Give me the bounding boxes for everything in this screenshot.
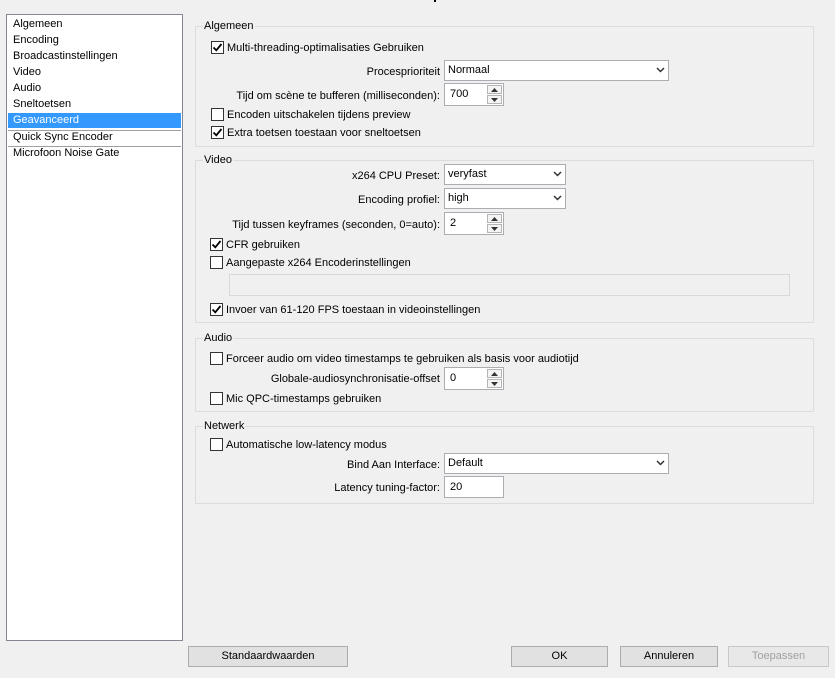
mic-qpc-label[interactable]: Mic QPC-timestamps gebruiken xyxy=(226,392,381,406)
custom-x264-input[interactable] xyxy=(229,274,790,296)
sidebar-item-broadcastinstellingen[interactable]: Broadcastinstellingen xyxy=(8,49,181,64)
keyframes-value: 2 xyxy=(450,217,457,229)
process-priority-value: Normaal xyxy=(448,64,490,76)
encoding-profile-value: high xyxy=(448,192,469,204)
checkmark-icon xyxy=(211,240,222,249)
apply-button[interactable]: Toepassen xyxy=(728,646,829,667)
chevron-down-icon xyxy=(656,460,665,466)
title-bar-remnant xyxy=(0,0,835,3)
checkmark-icon xyxy=(211,305,222,314)
settings-category-list[interactable]: Algemeen Encoding Broadcastinstellingen … xyxy=(6,14,183,641)
arrow-up-icon xyxy=(491,372,498,376)
cpu-preset-label: x264 CPU Preset: xyxy=(351,170,440,182)
force-timestamps-label[interactable]: Forceer audio om video timestamps te geb… xyxy=(226,352,579,366)
cpu-preset-value: veryfast xyxy=(448,168,487,180)
ok-button[interactable]: OK xyxy=(511,646,608,667)
encoding-profile-label: Encoding profiel: xyxy=(358,194,440,206)
cfr-label[interactable]: CFR gebruiken xyxy=(226,238,300,252)
sidebar-item-video[interactable]: Video xyxy=(8,65,181,80)
sidebar-item-geavanceerd[interactable]: Geavanceerd xyxy=(8,113,181,128)
fps-input-checkbox[interactable] xyxy=(210,303,223,316)
video-group-title: Video xyxy=(203,154,233,167)
chevron-down-icon xyxy=(656,67,665,73)
spin-down-button[interactable] xyxy=(487,95,502,104)
multithreading-label[interactable]: Multi-threading-optimalisaties Gebruiken xyxy=(227,41,424,55)
sidebar-item-audio[interactable]: Audio xyxy=(8,81,181,96)
force-timestamps-checkbox[interactable] xyxy=(210,352,223,365)
encoding-profile-select[interactable]: high xyxy=(444,188,566,209)
extra-hotkeys-checkbox[interactable] xyxy=(211,126,224,139)
sidebar-item-microfoon-noise-gate[interactable]: Microfoon Noise Gate xyxy=(8,146,181,161)
bind-interface-value: Default xyxy=(448,457,483,469)
bind-interface-label: Bind Aan Interface: xyxy=(347,459,440,471)
title-dot xyxy=(434,0,436,2)
sync-offset-spinbox[interactable]: 0 xyxy=(444,367,504,390)
network-group-title: Netwerk xyxy=(203,420,246,433)
chevron-down-icon xyxy=(553,195,562,201)
process-priority-select[interactable]: Normaal xyxy=(444,60,669,81)
checkmark-icon xyxy=(212,43,223,52)
spin-down-button[interactable] xyxy=(487,224,502,233)
spin-up-button[interactable] xyxy=(487,214,502,223)
bind-interface-select[interactable]: Default xyxy=(444,453,669,474)
checkmark-icon xyxy=(212,128,223,137)
mic-qpc-checkbox[interactable] xyxy=(210,392,223,405)
multithreading-checkbox[interactable] xyxy=(211,41,224,54)
sidebar-item-sneltoetsen[interactable]: Sneltoetsen xyxy=(8,97,181,112)
fps-input-label[interactable]: Invoer van 61-120 FPS toestaan in videoi… xyxy=(226,303,480,317)
spin-up-button[interactable] xyxy=(487,369,502,378)
arrow-down-icon xyxy=(491,382,498,386)
sidebar-item-quick-sync-encoder[interactable]: Quick Sync Encoder xyxy=(8,130,181,145)
extra-hotkeys-label[interactable]: Extra toetsen toestaan voor sneltoetsen xyxy=(227,126,421,140)
cfr-checkbox[interactable] xyxy=(210,238,223,251)
sidebar-item-algemeen[interactable]: Algemeen xyxy=(8,17,181,32)
custom-x264-label[interactable]: Aangepaste x264 Encoderinstellingen xyxy=(226,256,411,270)
scene-buffer-spinbox[interactable]: 700 xyxy=(444,83,504,106)
chevron-down-icon xyxy=(553,171,562,177)
disable-encode-preview-label[interactable]: Encoden uitschakelen tijdens preview xyxy=(227,108,410,122)
cancel-button[interactable]: Annuleren xyxy=(620,646,718,667)
sync-offset-label: Globale-audiosynchronisatie-offset xyxy=(270,373,440,385)
low-latency-label[interactable]: Automatische low-latency modus xyxy=(226,438,387,452)
arrow-up-icon xyxy=(491,217,498,221)
disable-encode-preview-checkbox[interactable] xyxy=(211,108,224,121)
sidebar-item-encoding[interactable]: Encoding xyxy=(8,33,181,48)
spin-up-button[interactable] xyxy=(487,85,502,94)
keyframes-label: Tijd tussen keyframes (seconden, 0=auto)… xyxy=(232,219,440,231)
process-priority-label: Procesprioriteit xyxy=(366,66,440,78)
audio-group-title: Audio xyxy=(203,332,234,345)
sync-offset-value: 0 xyxy=(450,372,457,384)
scene-buffer-value: 700 xyxy=(450,88,469,100)
latency-factor-label: Latency tuning-factor: xyxy=(334,482,440,494)
low-latency-checkbox[interactable] xyxy=(210,438,223,451)
latency-factor-input[interactable]: 20 xyxy=(444,476,504,498)
arrow-down-icon xyxy=(491,227,498,231)
custom-x264-checkbox[interactable] xyxy=(210,256,223,269)
cpu-preset-select[interactable]: veryfast xyxy=(444,164,566,185)
arrow-up-icon xyxy=(491,88,498,92)
general-group-title: Algemeen xyxy=(203,20,255,33)
defaults-button[interactable]: Standaardwaarden xyxy=(188,646,348,667)
spin-down-button[interactable] xyxy=(487,379,502,388)
arrow-down-icon xyxy=(491,98,498,102)
scene-buffer-label: Tijd om scène te bufferen (milliseconden… xyxy=(236,90,440,102)
keyframes-spinbox[interactable]: 2 xyxy=(444,212,504,235)
